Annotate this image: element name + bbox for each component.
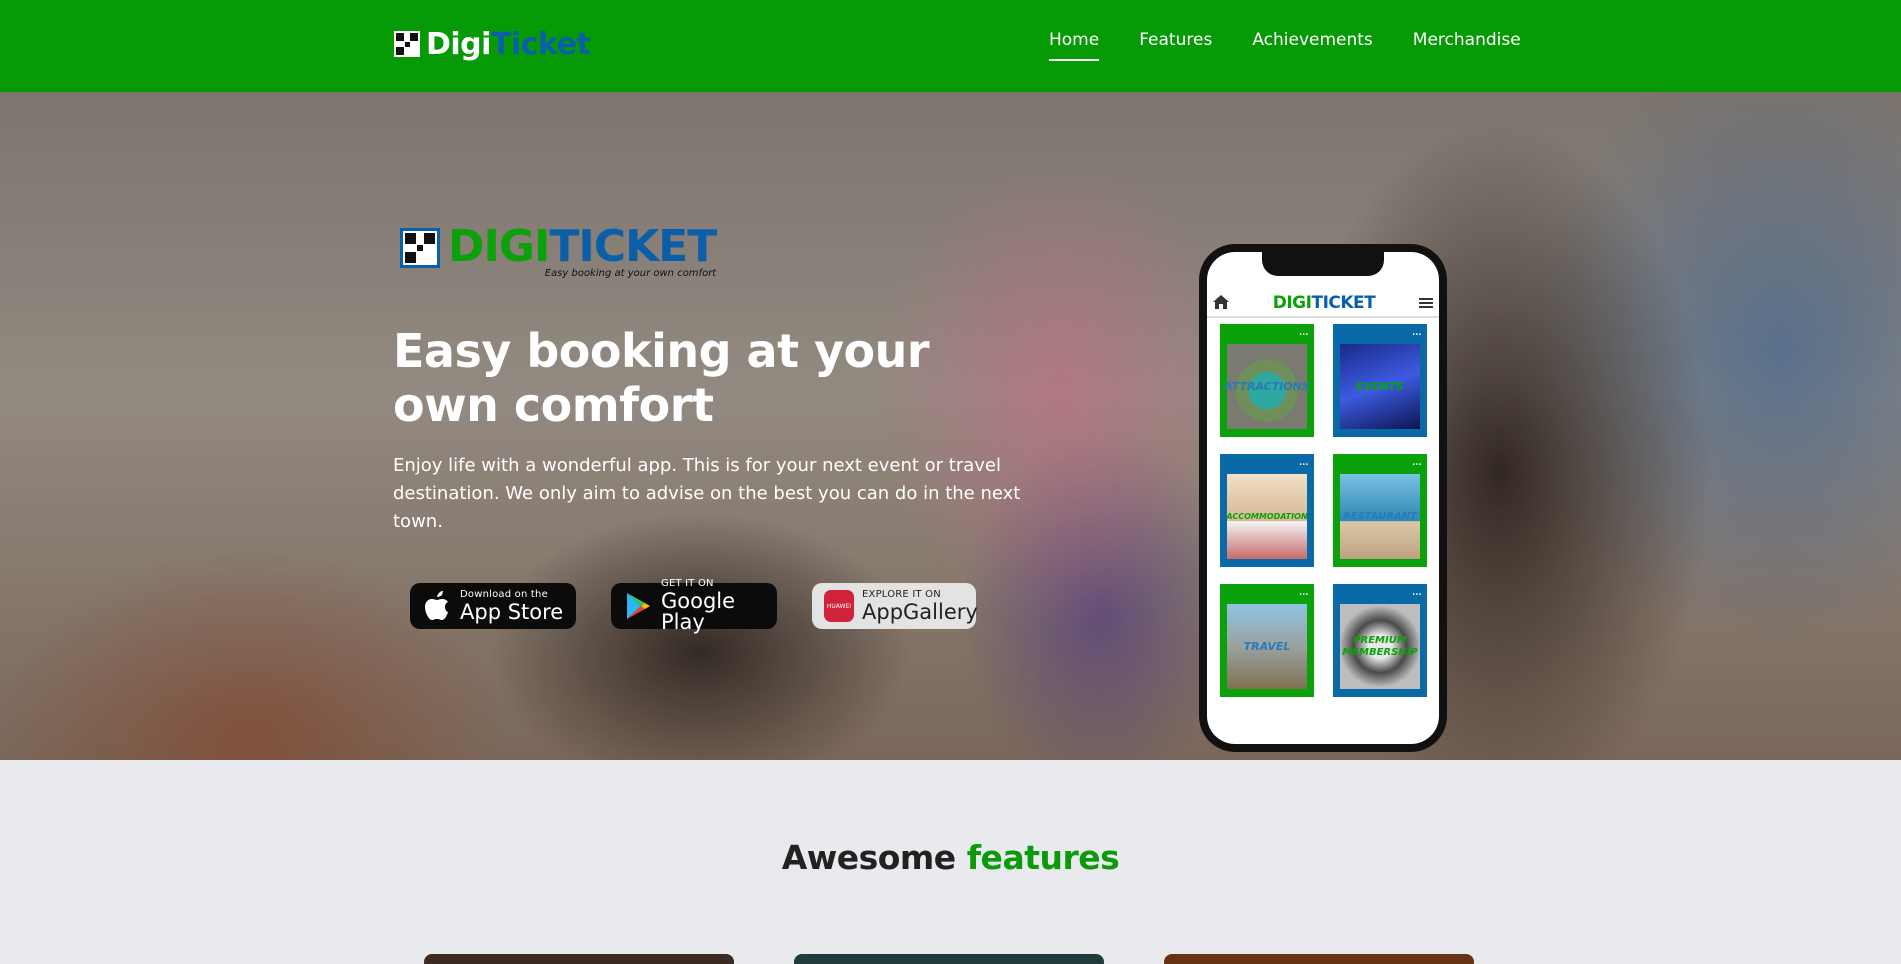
more-icon: ... (1298, 324, 1309, 339)
app-header: DIGITICKET (1207, 290, 1439, 318)
phone-screen: DIGITICKET ... ATTRACTIONS ... EVENTS ..… (1207, 252, 1439, 744)
store-small-text: Download on the (460, 588, 548, 600)
nav-features[interactable]: Features (1139, 30, 1212, 61)
hero-logo: DIGITICKET Easy booking at your own comf… (400, 221, 717, 279)
tile-label: EVENTS (1355, 379, 1405, 393)
tile-travel: ... TRAVEL (1220, 584, 1314, 697)
logo-tagline: Easy booking at your own comfort (544, 268, 717, 279)
feature-card[interactable] (424, 954, 734, 964)
tile-events: ... EVENTS (1333, 324, 1427, 437)
nav-merchandise[interactable]: Merchandise (1413, 30, 1521, 61)
home-icon (1213, 294, 1229, 313)
nav-menu: Home Features Achievements Merchandise (1049, 30, 1521, 61)
google-play-icon (623, 591, 653, 621)
app-gallery-button[interactable]: HUAWEI EXPLORE IT ON AppGallery (812, 583, 978, 629)
category-grid: ... ATTRACTIONS ... EVENTS ... ACCOMMODA… (1220, 324, 1432, 697)
hero-description: Enjoy life with a wonderful app. This is… (393, 455, 1021, 532)
qr-code-icon (400, 228, 440, 268)
phone-mockup: DIGITICKET ... ATTRACTIONS ... EVENTS ..… (1199, 244, 1447, 752)
nav-achievements[interactable]: Achievements (1252, 30, 1372, 61)
feature-card[interactable] (1164, 954, 1474, 964)
brand-logo[interactable]: DigiTicket (394, 26, 591, 62)
navbar: DigiTicket Home Features Achievements Me… (0, 0, 1901, 92)
tile-label: RESTAURANT (1343, 510, 1417, 522)
feature-card[interactable] (794, 954, 1104, 964)
more-icon: ... (1298, 454, 1309, 469)
hero-section: DIGITICKET Easy booking at your own comf… (0, 92, 1901, 760)
more-icon: ... (1411, 584, 1422, 599)
google-play-button[interactable]: GET IT ON Google Play (611, 579, 777, 633)
hero-title: Easy booking at your own comfort (393, 324, 930, 432)
more-icon: ... (1411, 324, 1422, 339)
store-big-text: App Store (460, 599, 564, 624)
store-big-text: AppGallery (862, 599, 978, 624)
features-heading: Awesome features (781, 838, 1120, 877)
store-small-text: EXPLORE IT ON (862, 588, 941, 600)
tile-label: PREMIUM MEMBERSHIP (1342, 634, 1418, 658)
tile-label: ACCOMMODATION (1226, 511, 1308, 521)
tile-accommodation: ... ACCOMMODATION (1220, 454, 1314, 567)
app-store-button[interactable]: Download on the App Store (410, 583, 576, 629)
huawei-icon: HUAWEI (824, 590, 854, 622)
tile-attractions: ... ATTRACTIONS (1220, 324, 1314, 437)
qr-code-icon (394, 31, 420, 57)
hamburger-menu-icon (1419, 294, 1433, 313)
tile-restaurant: ... RESTAURANT (1333, 454, 1427, 567)
app-title: DIGITICKET (1272, 293, 1376, 313)
logo-wordmark: DIGITICKET (448, 221, 717, 272)
tile-label: ATTRACTIONS (1224, 379, 1310, 393)
brand-name: DigiTicket (426, 26, 591, 62)
store-big-text: Google Play (661, 589, 736, 634)
phone-notch (1262, 252, 1384, 276)
tile-premium-membership: ... PREMIUM MEMBERSHIP (1333, 584, 1427, 697)
apple-icon (422, 591, 452, 621)
tile-label: TRAVEL (1243, 639, 1291, 653)
more-icon: ... (1298, 584, 1309, 599)
nav-home[interactable]: Home (1049, 30, 1100, 61)
more-icon: ... (1411, 454, 1422, 469)
store-small-text: GET IT ON (661, 578, 714, 589)
